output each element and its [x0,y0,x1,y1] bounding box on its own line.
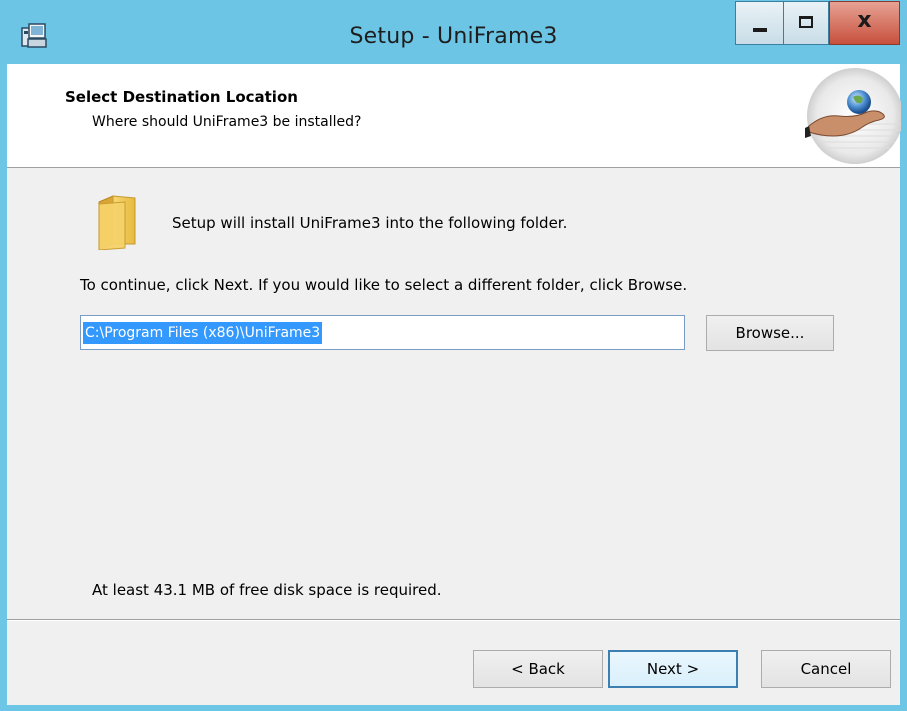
browse-button[interactable]: Browse... [706,315,834,351]
maximize-button[interactable] [783,1,829,45]
close-button[interactable]: x [829,1,900,45]
cancel-button[interactable]: Cancel [761,650,891,688]
instructions-text: To continue, click Next. If you would li… [80,276,688,294]
setup-window: Setup - UniFrame3 x Select Destination L… [0,0,907,711]
page-subtitle: Where should UniFrame3 be installed? [92,114,362,130]
destination-path-input[interactable]: C:\Program Files (x86)\UniFrame3 [80,315,685,350]
page-title: Select Destination Location [65,88,298,106]
wizard-header: Select Destination Location Where should… [7,64,901,168]
close-icon: x [857,8,872,33]
install-intro-text: Setup will install UniFrame3 into the fo… [172,214,568,232]
globe-in-hand-icon [805,68,901,164]
disk-space-text: At least 43.1 MB of free disk space is r… [92,581,442,599]
footer-divider [7,619,900,621]
maximize-icon [799,16,813,28]
destination-path-value: C:\Program Files (x86)\UniFrame3 [83,322,323,344]
back-button[interactable]: < Back [473,650,603,688]
wizard-client-area: Select Destination Location Where should… [7,64,901,705]
next-button[interactable]: Next > [608,650,738,688]
minimize-icon [753,28,767,32]
minimize-button[interactable] [735,1,783,45]
title-bar[interactable]: Setup - UniFrame3 x [0,0,907,64]
folder-icon [98,195,136,250]
